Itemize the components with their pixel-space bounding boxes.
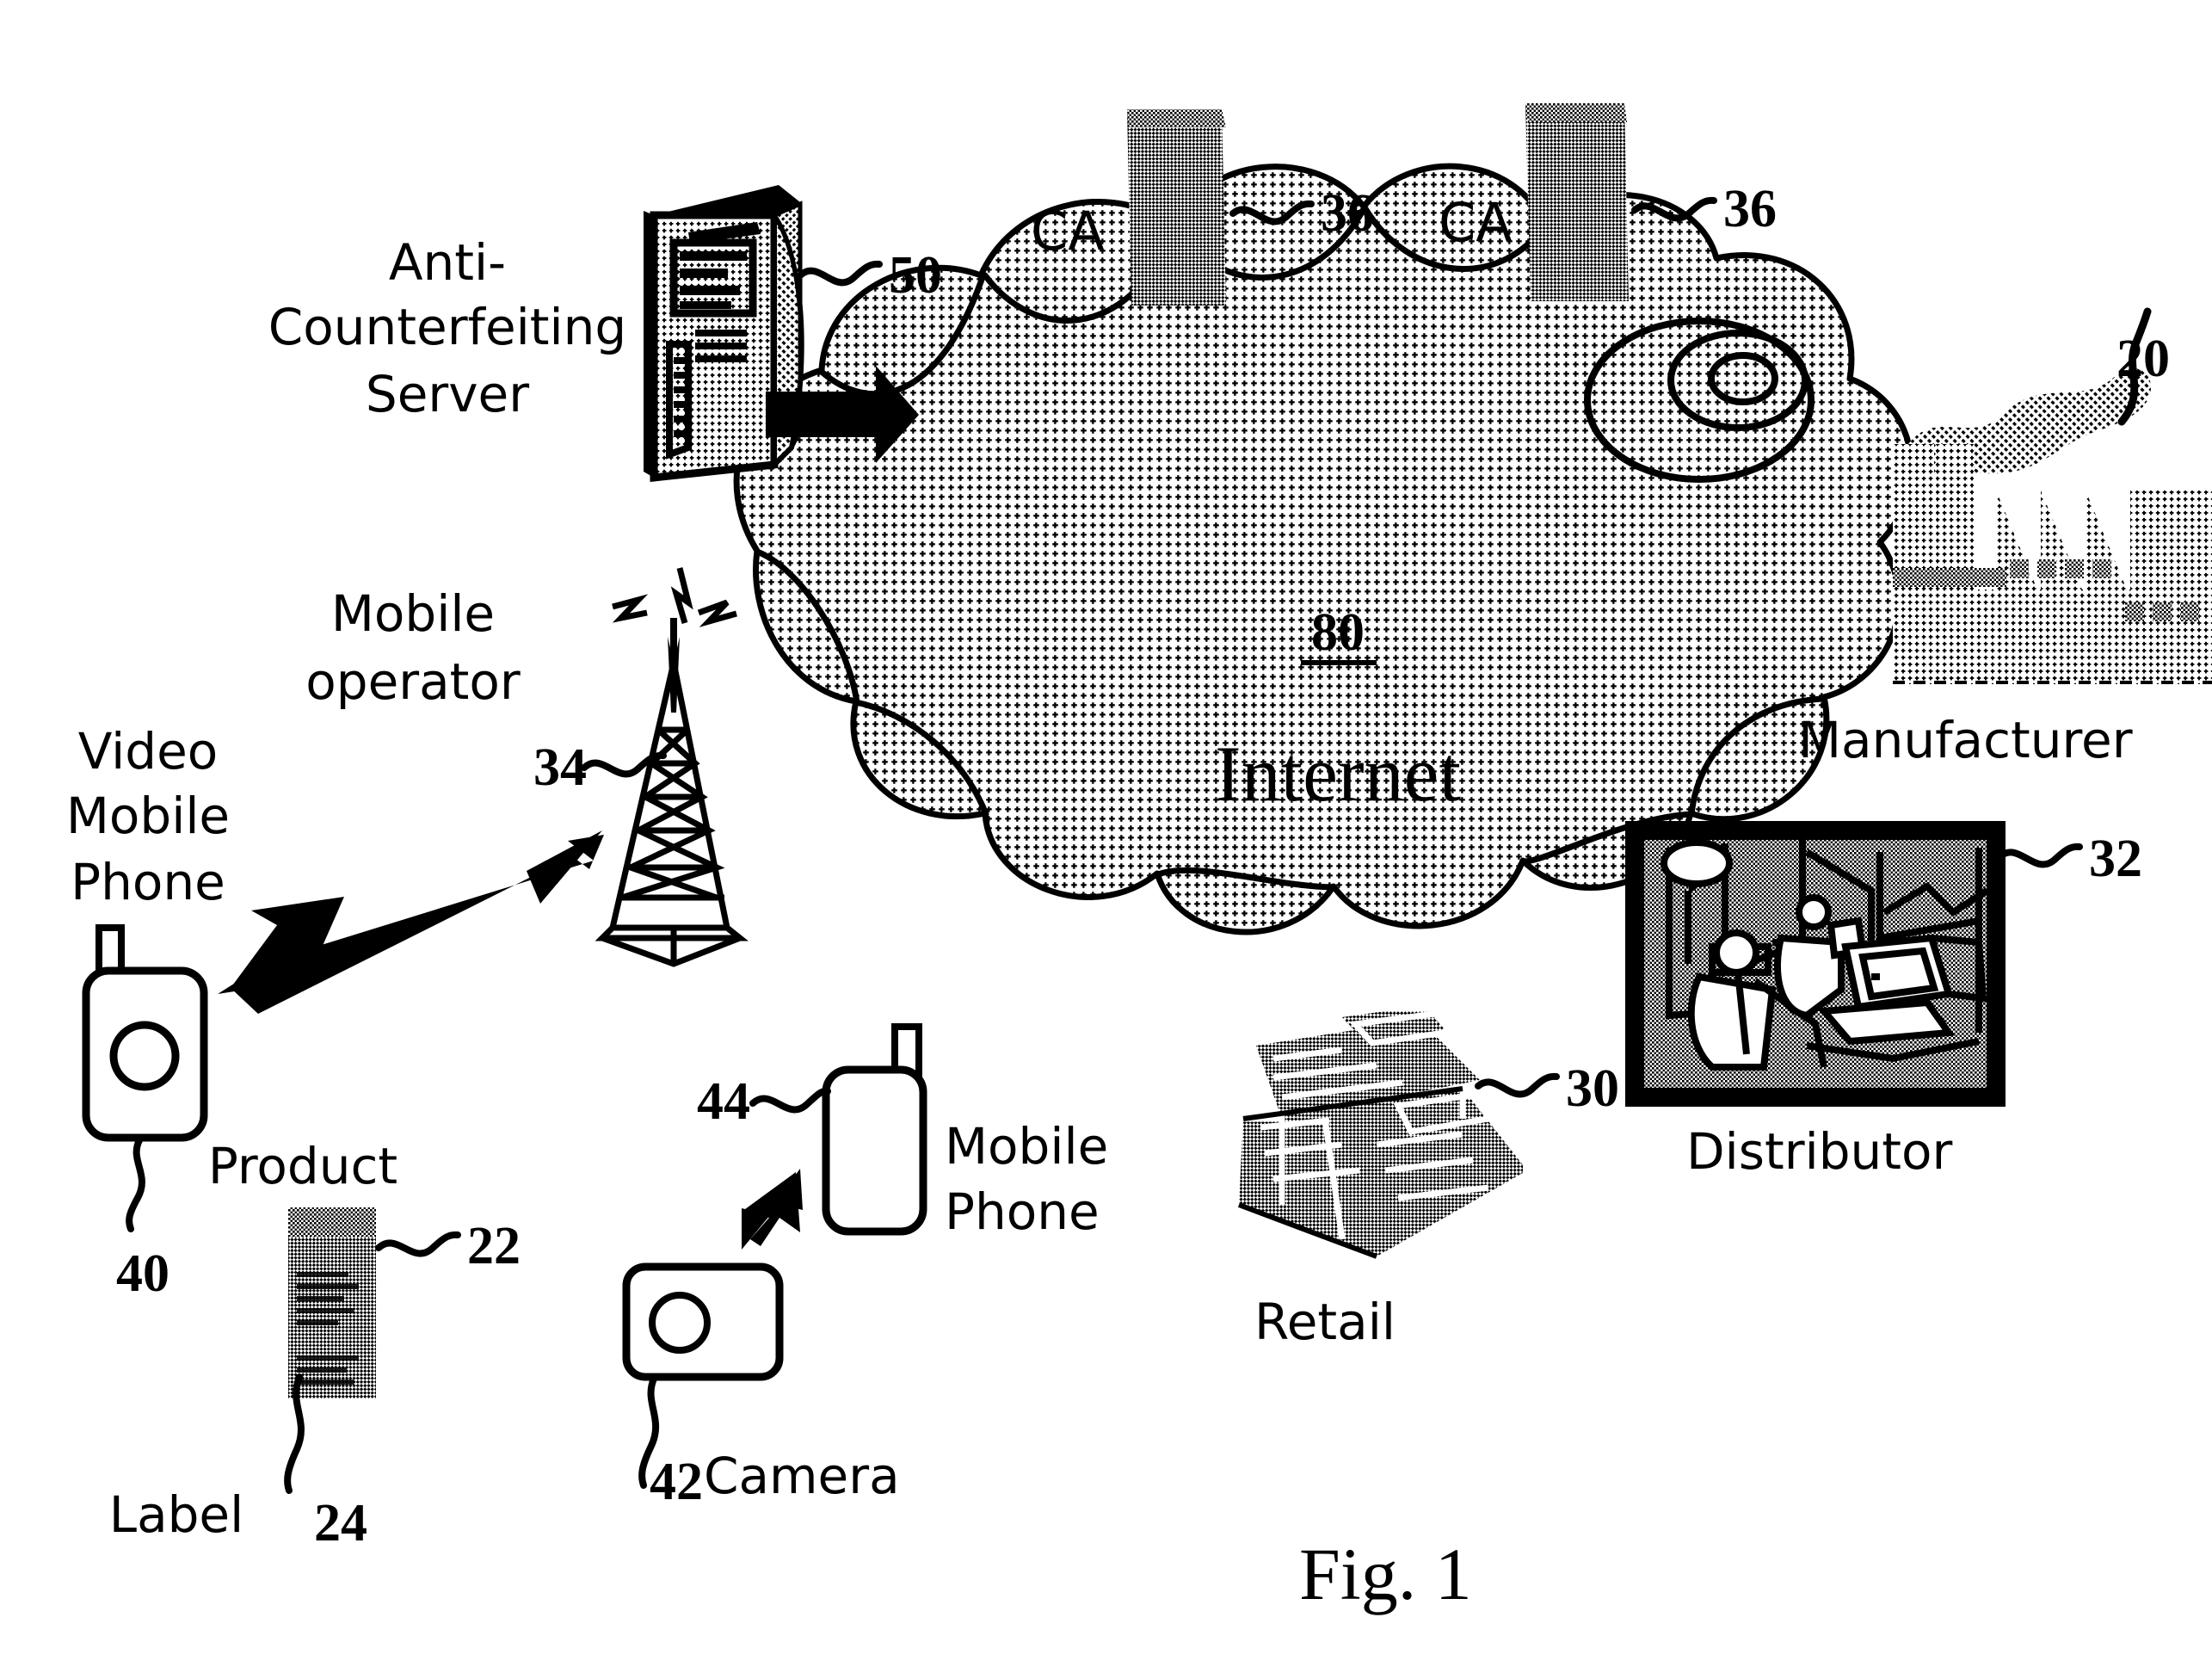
video-phone-ref-leader <box>126 1137 145 1232</box>
warehouse-photo-icon[interactable] <box>1625 821 2006 1107</box>
factory-icon[interactable] <box>1893 368 2212 684</box>
ca-server-right[interactable] <box>1525 103 1629 301</box>
mobile-phone-ref-number: 44 <box>697 1072 750 1131</box>
product-ref-number: 22 <box>467 1217 521 1275</box>
camera-icon[interactable] <box>622 1262 784 1381</box>
radio-tower-icon[interactable] <box>595 567 749 967</box>
retail-label: Retail <box>1254 1293 1396 1351</box>
video-phone-ref-number: 40 <box>116 1244 169 1303</box>
distributor-label: Distributor <box>1686 1122 1952 1181</box>
figure-caption: Fig. 1 <box>1299 1533 1472 1615</box>
mobile-operator-label-line2: operator <box>305 652 521 711</box>
label-ref-number: 24 <box>314 1494 367 1552</box>
retail-ref-number: 30 <box>1566 1059 1619 1118</box>
video-phone-label-line2: Mobile <box>66 787 230 845</box>
camera-label: Camera <box>704 1447 900 1505</box>
figure-canvas: 80 Internet CA CA 36 36 Anti- Counterfei… <box>0 0 2212 1679</box>
mobile-operator-ref-number: 34 <box>533 738 587 797</box>
cloud-ref-number: 80 <box>1311 603 1365 662</box>
mobile-phone-icon[interactable] <box>822 1023 927 1236</box>
product-label: Product <box>208 1137 397 1195</box>
server-label-line2: Counterfeiting <box>268 298 626 356</box>
ca-left-ref-number: 36 <box>1321 184 1374 243</box>
mobile-operator-label-line1: Mobile <box>331 584 495 643</box>
camera-phone-arrow <box>742 1169 803 1250</box>
ca-left-label: CA <box>1031 200 1105 262</box>
server-label-line1: Anti- <box>389 233 506 292</box>
distributor-ref-number: 32 <box>2089 830 2142 888</box>
server-label-line3: Server <box>366 365 529 423</box>
mobile-phone-camera-icon[interactable] <box>82 924 208 1142</box>
camera-ref-number: 42 <box>650 1453 703 1511</box>
label-label: Label <box>109 1485 243 1544</box>
patent-figure-1: 80 Internet CA CA 36 36 Anti- Counterfei… <box>66 103 2212 1615</box>
ca-server-left[interactable] <box>1127 109 1226 306</box>
server-ref-leader <box>797 260 883 287</box>
mobile-phone-label-line1: Mobile <box>945 1117 1108 1176</box>
manufacturer-ref-number: 20 <box>2116 330 2170 388</box>
ca-right-label: CA <box>1439 191 1513 254</box>
mobile-phone-label-line2: Phone <box>945 1182 1100 1241</box>
product-ref-leader <box>375 1231 461 1257</box>
server-ref-number: 50 <box>889 246 942 305</box>
video-phone-label-line1: Video <box>78 722 219 781</box>
ca-right-ref-number: 36 <box>1723 180 1777 238</box>
cash-register-icon[interactable] <box>1237 1005 1527 1259</box>
retail-ref-leader <box>1475 1072 1560 1098</box>
manufacturer-label: Manufacturer <box>1798 711 2133 769</box>
cloud-label: Internet <box>1215 730 1462 818</box>
mobile-phone-ref-leader <box>749 1087 831 1114</box>
product-box-icon[interactable] <box>288 1207 376 1398</box>
distributor-ref-leader <box>1997 843 2083 868</box>
video-phone-label-line3: Phone <box>71 853 225 911</box>
